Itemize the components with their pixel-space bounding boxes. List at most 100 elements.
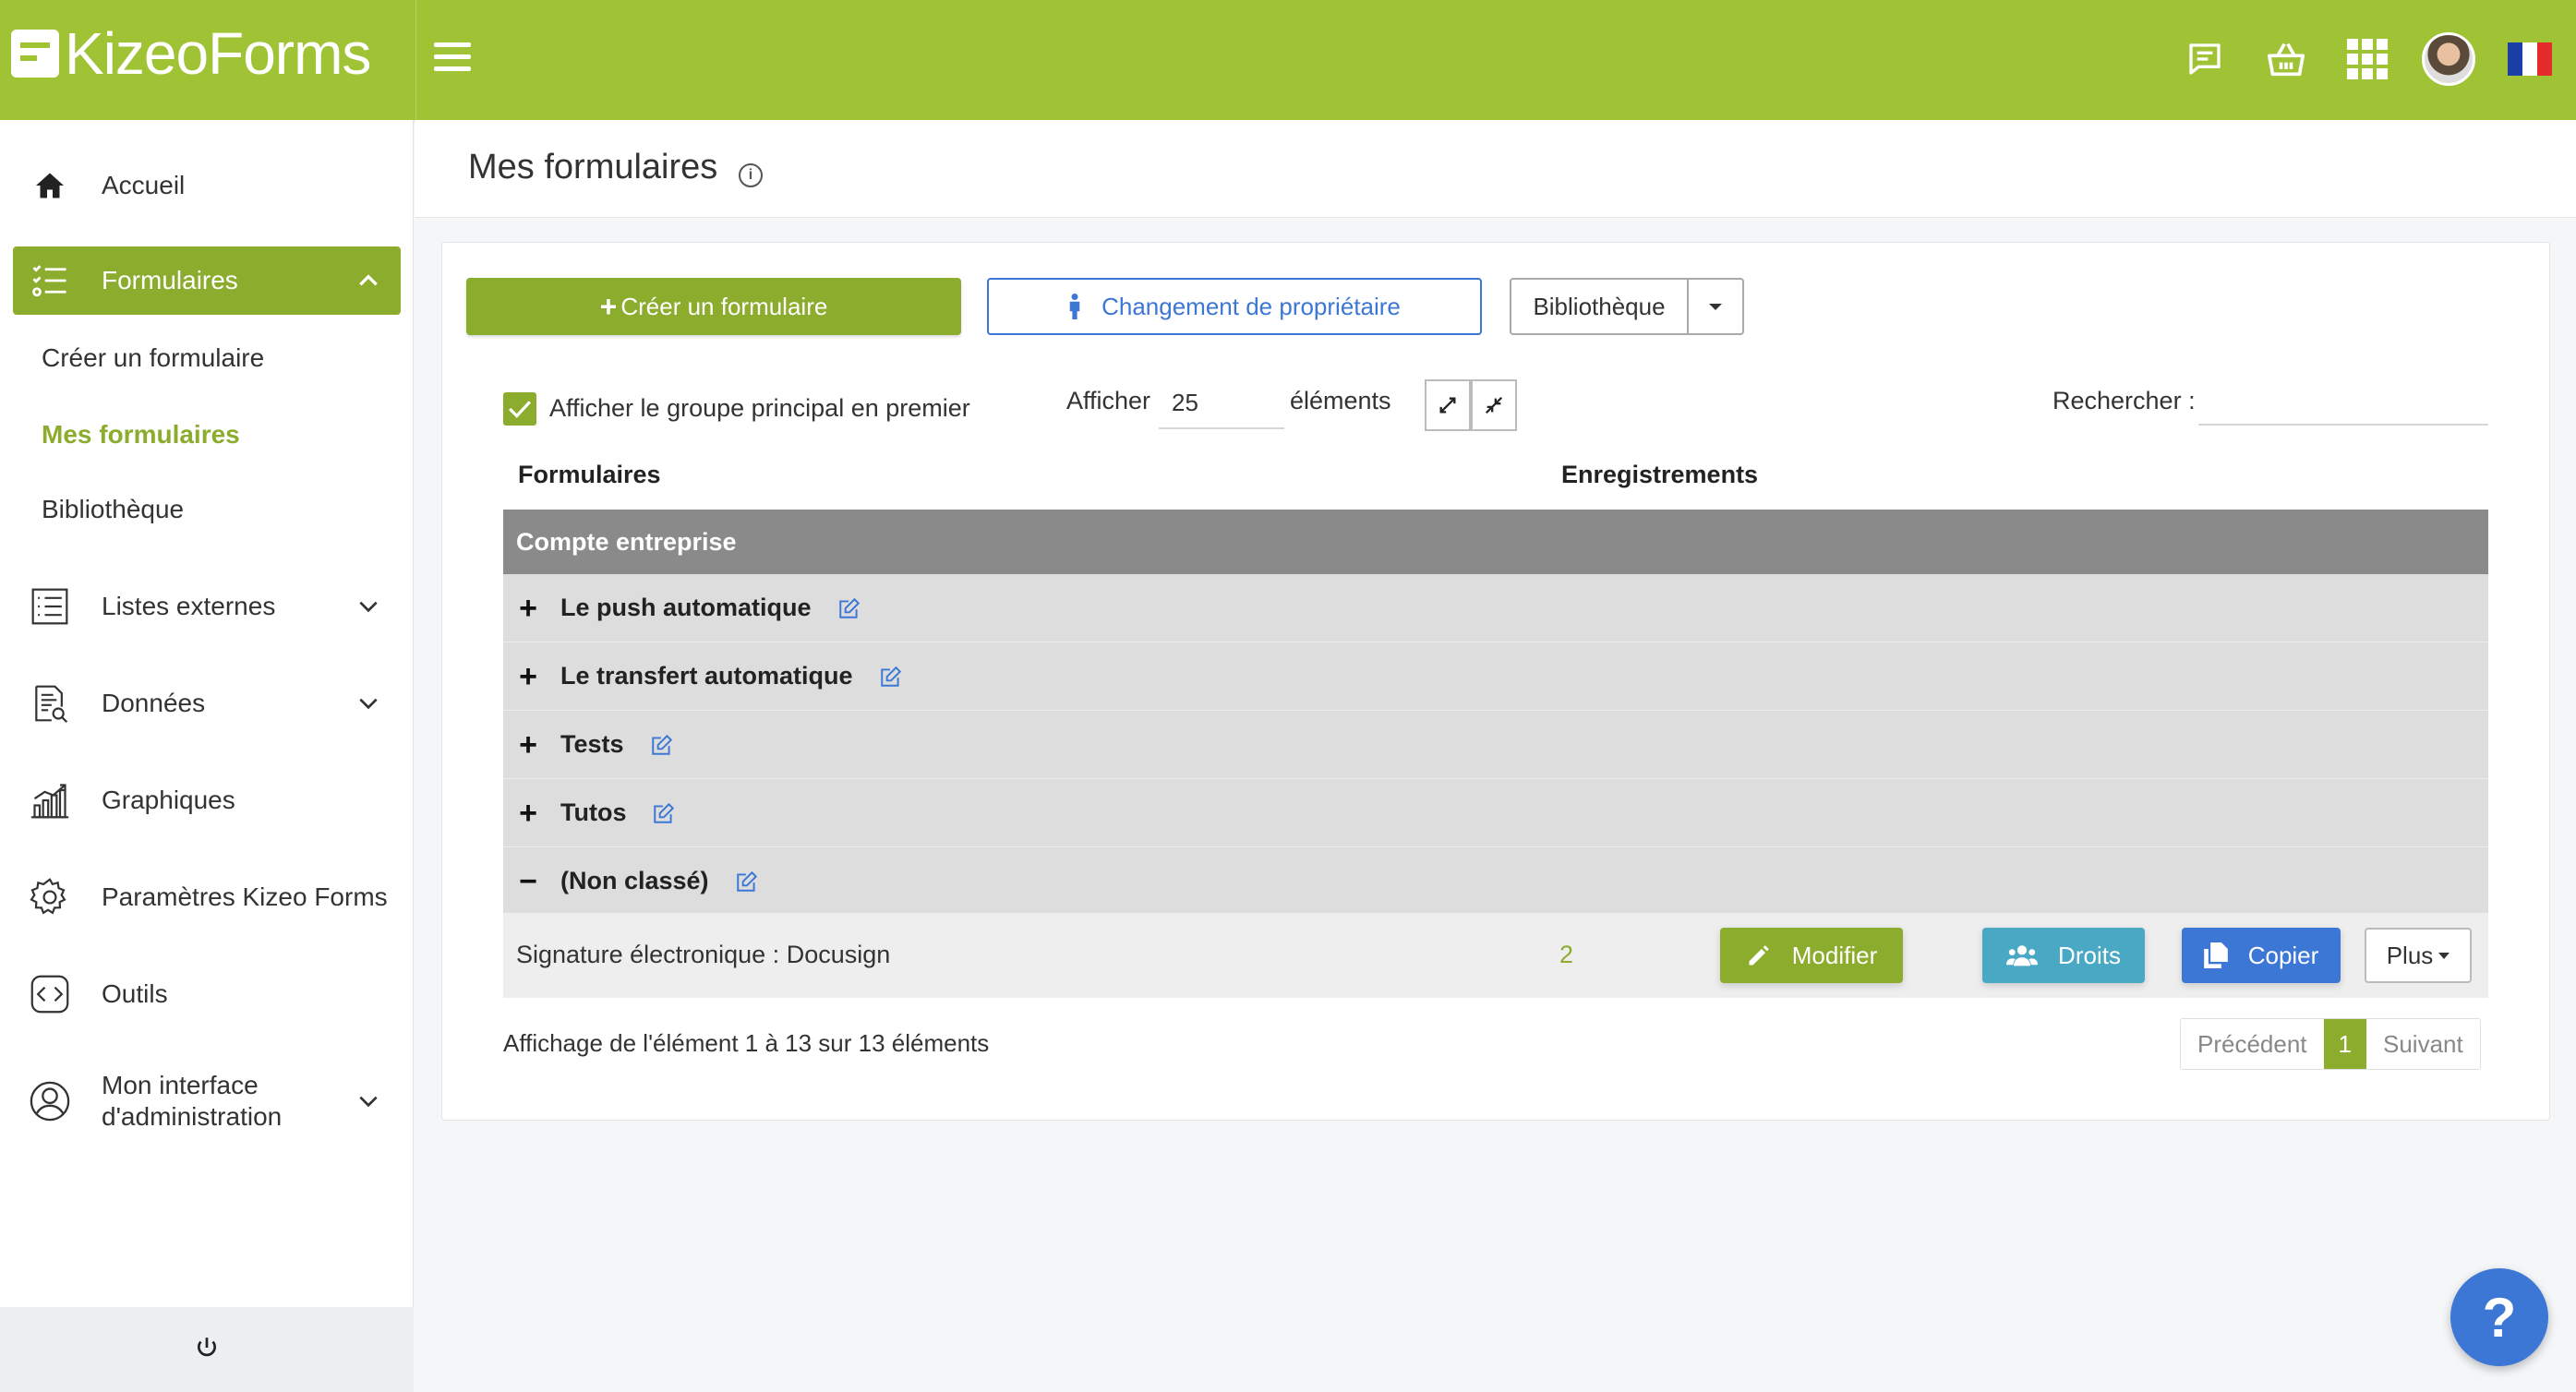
sidebar-item-outils[interactable]: Outils (13, 960, 401, 1028)
records-count[interactable]: 2 (1559, 941, 1573, 969)
chevron-up-icon (356, 269, 380, 297)
pencil-icon (1746, 942, 1772, 968)
sidebar-subitem-my-forms[interactable]: Mes formulaires (42, 420, 240, 450)
collapse-all-button[interactable] (1471, 379, 1517, 431)
expand-icon (1439, 397, 1456, 414)
user-circle-icon (26, 1077, 74, 1125)
expand-toggle-icon[interactable]: + (516, 729, 540, 761)
logo-divider (415, 0, 416, 120)
copy-icon (2203, 942, 2228, 968)
sidebar-item-label: Données (102, 689, 206, 717)
edit-icon[interactable] (836, 594, 863, 622)
logo-mark-icon (11, 30, 59, 78)
users-icon (2006, 943, 2039, 967)
avatar (2422, 32, 2475, 86)
expand-toggle-icon[interactable]: + (516, 593, 540, 624)
column-header-records[interactable]: Enregistrements (1561, 461, 1758, 489)
sidebar-item-formulaires[interactable]: Formulaires (13, 246, 401, 315)
main-group-first-checkbox[interactable] (503, 392, 536, 426)
table-row[interactable]: Signature électronique : Docusign 2 Modi… (503, 913, 2488, 998)
sidebar-subitem-library[interactable]: Bibliothèque (42, 495, 184, 524)
chevron-down-icon (356, 1089, 380, 1118)
sidebar-item-label: Paramètres Kizeo Forms (102, 882, 388, 911)
expand-toggle-icon[interactable]: + (516, 798, 540, 829)
basket-icon[interactable] (2258, 31, 2314, 87)
kizeo-forms-logo[interactable]: KizeoForms (11, 20, 371, 87)
group-name: Tests (560, 730, 624, 758)
change-owner-label: Changement de propriétaire (1101, 292, 1401, 320)
plus-icon: + (599, 289, 618, 323)
sidebar-item-accueil[interactable]: Accueil (13, 151, 401, 220)
france-flag-icon (2508, 42, 2552, 76)
group-row[interactable]: + Le transfert automatique (503, 642, 2488, 711)
chat-icon[interactable] (2177, 31, 2233, 87)
user-avatar[interactable] (2421, 31, 2476, 87)
next-page-button[interactable]: Suivant (2366, 1019, 2480, 1069)
group-row[interactable]: + Le push automatique (503, 574, 2488, 642)
chevron-down-icon (356, 691, 380, 720)
sidebar-item-label: Formulaires (102, 266, 238, 294)
group-name: Le push automatique (560, 594, 812, 621)
modify-button[interactable]: Modifier (1720, 928, 1903, 983)
sidebar-item-label: Mon interface d'administration (102, 1070, 282, 1133)
sidebar-item-label: Listes externes (102, 592, 276, 620)
copy-button[interactable]: Copier (2182, 928, 2341, 983)
page-header: Mes formulaires i (415, 120, 2576, 218)
form-name[interactable]: Signature électronique : Docusign (516, 941, 890, 969)
group-header-company-account: Compte entreprise (503, 510, 2488, 574)
rights-button[interactable]: Droits (1982, 928, 2145, 983)
group-name: Le transfert automatique (560, 662, 853, 690)
sidebar-item-label: Accueil (102, 171, 186, 199)
search-input[interactable] (2198, 378, 2488, 426)
forms-card: + Créer un formulaire Changement de prop… (441, 242, 2550, 1121)
group-row[interactable]: + Tests (503, 711, 2488, 779)
edit-icon[interactable] (648, 731, 676, 759)
info-icon[interactable]: i (739, 163, 763, 187)
sidebar-item-graphiques[interactable]: Graphiques (13, 766, 401, 834)
previous-page-button[interactable]: Précédent (2181, 1019, 2324, 1069)
caret-down-icon (1709, 303, 1722, 310)
group-row[interactable]: + Tutos (503, 779, 2488, 847)
chart-icon (26, 776, 74, 824)
show-label: Afficher (1066, 387, 1151, 414)
change-owner-button[interactable]: Changement de propriétaire (987, 278, 1482, 335)
group-row[interactable]: − (Non classé) (503, 847, 2488, 916)
data-search-icon (26, 679, 74, 727)
sidebar-item-donnees[interactable]: Données (13, 669, 401, 738)
group-name: (Non classé) (560, 867, 709, 894)
sidebar-item-admin-interface[interactable]: Mon interface d'administration (13, 1057, 401, 1146)
language-selector[interactable] (2502, 31, 2558, 87)
expand-toggle-icon[interactable]: + (516, 661, 540, 692)
caret-down-icon (2438, 952, 2450, 959)
column-header-forms[interactable]: Formulaires (518, 461, 661, 489)
page-title: Mes formulaires (468, 148, 718, 186)
sidebar: Accueil Formulaires Créer un formulaire … (0, 120, 414, 1392)
collapse-toggle-icon[interactable]: − (516, 866, 540, 897)
sidebar-subitem-create-form[interactable]: Créer un formulaire (42, 343, 264, 373)
elements-label: éléments (1290, 387, 1391, 414)
page-1-button[interactable]: 1 (2323, 1019, 2366, 1069)
sidebar-footer (0, 1307, 414, 1392)
edit-icon[interactable] (733, 868, 761, 895)
table-info: Affichage de l'élément 1 à 13 sur 13 élé… (503, 1029, 990, 1057)
hamburger-menu-icon[interactable] (434, 42, 471, 74)
logo-text: KizeoForms (65, 20, 371, 87)
edit-icon[interactable] (877, 663, 905, 690)
modify-label: Modifier (1791, 941, 1878, 969)
help-button[interactable]: ? (2450, 1268, 2548, 1366)
sidebar-item-listes-externes[interactable]: Listes externes (13, 572, 401, 641)
page-size-input[interactable] (1159, 378, 1284, 429)
sidebar-item-label-line2: d'administration (102, 1102, 283, 1131)
expand-all-button[interactable] (1425, 379, 1471, 431)
library-button[interactable]: Bibliothèque (1510, 278, 1689, 335)
create-form-button[interactable]: + Créer un formulaire (466, 278, 961, 335)
pagination: Précédent 1 Suivant (2180, 1018, 2481, 1070)
edit-icon[interactable] (650, 799, 678, 827)
library-dropdown-toggle[interactable] (1687, 278, 1744, 335)
collapse-icon (1485, 396, 1503, 414)
gear-icon (26, 873, 74, 921)
sidebar-item-parametres[interactable]: Paramètres Kizeo Forms (13, 863, 401, 931)
more-dropdown-button[interactable]: Plus (2365, 928, 2472, 983)
apps-grid-icon[interactable] (2340, 31, 2395, 87)
power-icon[interactable] (195, 1336, 219, 1364)
